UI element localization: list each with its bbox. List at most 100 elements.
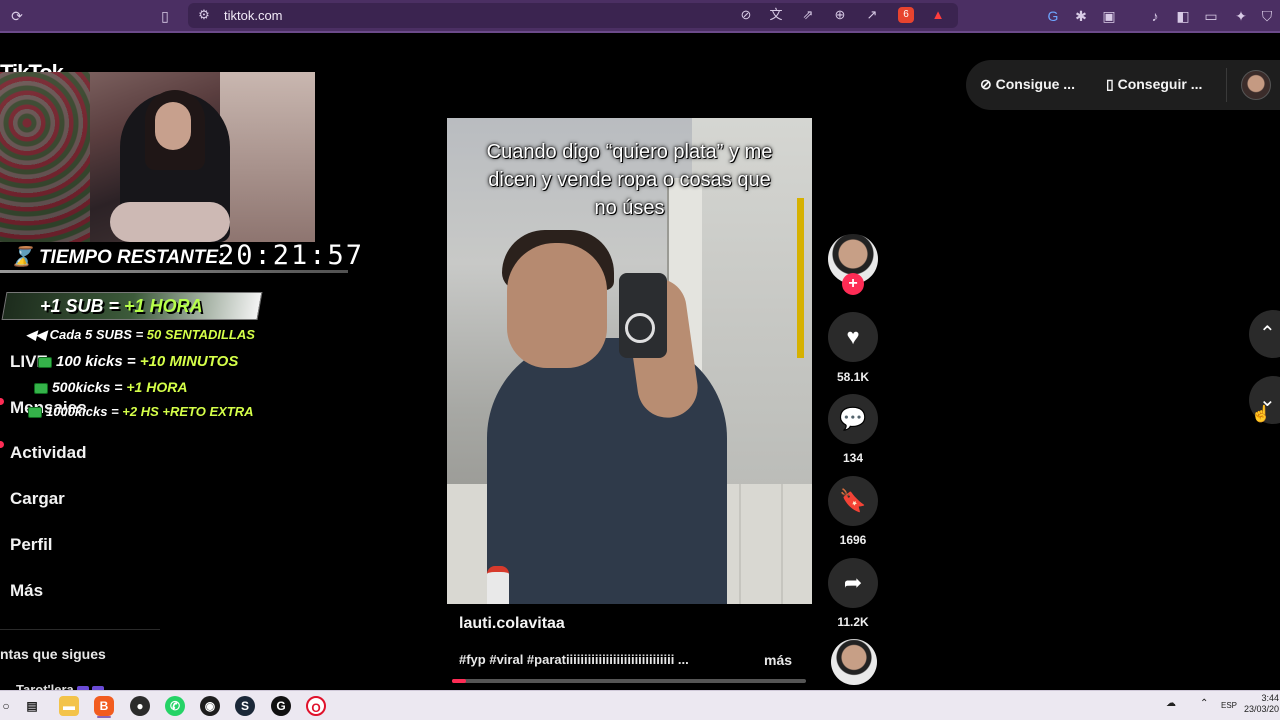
extensions-icon[interactable]: ✱ — [1072, 7, 1090, 25]
get-app-button[interactable]: ▯ Conseguir ... — [1106, 76, 1202, 93]
money-icon — [28, 407, 42, 419]
video-player[interactable]: Cuando digo “quiero plata” y me dicen y … — [447, 118, 812, 604]
author-name[interactable]: lauti.colavitaa — [459, 615, 565, 633]
bookmark-icon: 🔖 — [839, 488, 867, 513]
person-head — [507, 243, 607, 368]
bookmark-icon[interactable]: ▯ — [156, 7, 174, 25]
video-hashtags[interactable]: #fyp #viral #paratiiiiiiiiiiiiiiiiiiiiii… — [459, 652, 729, 667]
comment-count: 134 — [842, 451, 864, 465]
progress-track[interactable] — [452, 679, 806, 683]
open-external-icon[interactable]: ⇗ — [800, 7, 816, 23]
comment-icon: 💬 — [839, 406, 867, 431]
hourglass-icon: ⌛ — [10, 247, 39, 268]
clock-date: 23/03/20 — [1243, 704, 1279, 714]
pillow — [110, 202, 230, 242]
phone-icon: ▯ — [1106, 76, 1118, 92]
video-caption: Cuando digo “quiero plata” y me dicen y … — [486, 141, 773, 219]
weather-icon[interactable]: ☁ — [1166, 698, 1176, 709]
webcam-overlay — [0, 72, 315, 242]
profile-avatar[interactable] — [1241, 70, 1271, 100]
save-count: 1696 — [839, 533, 867, 547]
opera-icon[interactable]: O — [306, 696, 326, 716]
task-view-icon[interactable]: ▤ — [22, 696, 42, 716]
sidebar-item-more[interactable]: Más — [10, 581, 43, 601]
rule-value: +2 HS +RETO EXTRA — [122, 404, 254, 419]
timer-value: 20:21:57 — [218, 240, 365, 271]
money-icon — [38, 356, 52, 368]
translate-extension-icon[interactable]: G — [1044, 7, 1062, 25]
reload-icon[interactable]: ⟳ — [8, 7, 26, 25]
comment-button[interactable]: 💬 — [828, 394, 878, 444]
steam-icon[interactable]: S — [235, 696, 255, 716]
brave-rewards-icon[interactable]: ▲ — [930, 7, 946, 23]
music-icon[interactable]: ♪ — [1146, 7, 1164, 25]
brave-shield-icon[interactable]: 6 — [898, 7, 914, 23]
follow-plus-icon[interactable]: + — [842, 273, 864, 295]
app-icon[interactable]: G — [271, 696, 291, 716]
tray-chevron-icon[interactable]: ⌃ — [1200, 698, 1208, 709]
sidebar-item-activity[interactable]: Actividad — [10, 443, 87, 463]
share-button[interactable]: ➦ — [828, 558, 878, 608]
no-media-icon[interactable]: ⊘ — [738, 7, 754, 23]
vpn-icon[interactable]: ⛉ — [1258, 7, 1276, 25]
bottle — [487, 566, 509, 604]
get-app-label: Conseguir ... — [1117, 76, 1203, 92]
sidebar-divider — [0, 629, 160, 630]
following-header: ntas que sigues — [0, 646, 106, 662]
sub-rule-a: +1 SUB = — [40, 296, 125, 316]
rule-item: 1000kicks = +2 HS +RETO EXTRA — [28, 404, 254, 419]
music-disc-avatar[interactable] — [831, 639, 877, 685]
rule-value: +1 HORA — [126, 379, 188, 395]
sub-rule-b: +1 HORA — [124, 296, 203, 316]
money-icon — [34, 382, 48, 394]
rule-item: ◀◀ Cada 5 SUBS = 50 SENTADILLAS — [26, 327, 255, 343]
site-settings-icon[interactable]: ⚙ — [196, 7, 212, 23]
rule-text: 500kicks = — [52, 379, 127, 395]
streaming-app-icon[interactable]: ◉ — [200, 696, 220, 716]
clock-time: 3:44 — [1261, 693, 1279, 703]
file-explorer-icon[interactable]: ▬ — [59, 696, 79, 716]
notification-dot — [0, 398, 4, 405]
clock[interactable]: 3:44 23/03/20 — [1243, 693, 1279, 715]
get-coins-label: Consigue ... — [995, 76, 1075, 92]
separator — [1226, 68, 1227, 102]
search-icon[interactable]: ○ — [0, 696, 16, 716]
rule-item: 500kicks = +1 HORA — [34, 379, 187, 395]
url-text[interactable]: tiktok.com — [224, 8, 283, 23]
timer-label: ⌛ TIEMPO RESTANTE: — [10, 245, 224, 269]
share-count: 11.2K — [837, 615, 869, 629]
streamer-face — [155, 102, 191, 150]
translate-icon[interactable]: 文 — [768, 7, 784, 23]
rule-value: 50 SENTADILLAS — [146, 327, 255, 342]
rule-text: Cada 5 SUBS = — [49, 327, 147, 342]
heart-icon: ♥ — [846, 324, 860, 349]
like-count: 58.1K — [836, 370, 870, 384]
share-icon[interactable]: ↗ — [864, 7, 880, 23]
save-button[interactable]: 🔖 — [828, 476, 878, 526]
share-arrow-icon: ➦ — [843, 570, 863, 595]
sidebar-item-profile[interactable]: Perfil — [10, 535, 53, 555]
leo-ai-icon[interactable]: ✦ — [1232, 7, 1250, 25]
more-button[interactable]: más — [764, 652, 792, 668]
rose-wall — [0, 72, 90, 242]
address-bar[interactable]: ⚙ tiktok.com ⊘ 文 ⇗ ⊕ ↗ 6 ▲ — [188, 3, 958, 28]
progress-fill — [452, 679, 466, 683]
previous-video-button[interactable]: ⌃ — [1249, 310, 1280, 358]
get-coins-button[interactable]: ⊘ Consigue ... — [980, 76, 1075, 93]
chevron-up-icon: ⌃ — [1259, 323, 1276, 345]
megaphone-icon: ◀◀ — [26, 327, 50, 342]
brave-browser-icon[interactable]: B — [94, 696, 114, 716]
whatsapp-icon[interactable]: ✆ — [165, 696, 185, 716]
wallet-icon[interactable]: ▭ — [1202, 7, 1220, 25]
sidebar-item-upload[interactable]: Cargar — [10, 489, 65, 509]
notification-dot — [0, 441, 4, 448]
obs-icon[interactable]: ● — [130, 696, 150, 716]
language-indicator[interactable]: ESP — [1221, 701, 1237, 710]
zoom-icon[interactable]: ⊕ — [832, 7, 848, 23]
active-indicator — [97, 716, 111, 718]
like-button[interactable]: ♥ — [828, 312, 878, 362]
sidebar-icon[interactable]: ◧ — [1174, 7, 1192, 25]
yellow-bar — [797, 198, 804, 358]
tab-icon[interactable]: ▣ — [1100, 7, 1118, 25]
background-shelf — [220, 72, 315, 242]
